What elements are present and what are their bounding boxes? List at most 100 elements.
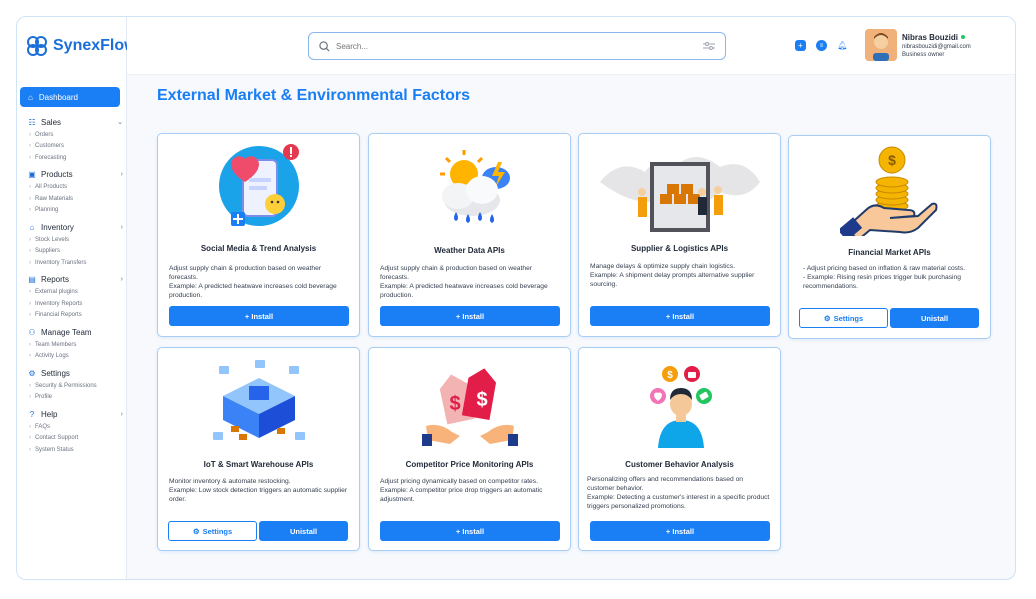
plugin-card-financial-market: $ Financial Market APIs Adjust pricing b…	[788, 135, 991, 339]
help-icon: ?	[29, 409, 35, 419]
card-description: Adjust pricing dynamically based on comp…	[380, 477, 562, 504]
sidebar-item-help[interactable]: ? Help ›	[27, 407, 123, 421]
sidebar-subitem-inventory-transfers[interactable]: Inventory Transfers	[27, 257, 123, 269]
card-bullet: Example: Rising resin prices trigger bul…	[803, 273, 982, 291]
uninstall-button[interactable]: Unistall	[890, 308, 979, 328]
notifications-button[interactable]: 🔔︎	[837, 40, 848, 51]
add-button[interactable]: +	[795, 40, 806, 51]
install-button[interactable]: + Install	[380, 306, 560, 326]
sidebar-subitem-team-members[interactable]: Team Members	[27, 339, 123, 351]
user-profile[interactable]: Nibras Bouzidi nibrasbouzidi@gmail.com B…	[865, 29, 971, 61]
svg-text:$: $	[476, 389, 487, 411]
sidebar-item-dashboard[interactable]: ⌂ Dashboard	[20, 87, 120, 107]
chevron-right-icon: ›	[120, 410, 123, 418]
gear-icon: ⚙	[192, 526, 200, 536]
card-description: Adjust supply chain & production based o…	[380, 264, 562, 300]
sidebar-subitem-system-status[interactable]: System Status	[27, 444, 123, 456]
search-bar[interactable]	[308, 32, 726, 60]
sidebar-subitem-security[interactable]: Security & Permissions	[27, 380, 123, 392]
gear-icon: ⚙	[28, 368, 36, 378]
card-bullet: Adjust pricing based on inflation & raw …	[803, 264, 982, 273]
settings-button[interactable]: ⚙ Settings	[799, 308, 888, 328]
card-description: Adjust pricing based on inflation & raw …	[803, 264, 982, 291]
gear-icon: ⚙	[823, 313, 831, 323]
sidebar-subitem-raw-materials[interactable]: Raw Materials	[27, 193, 123, 205]
sidebar-item-manage-team[interactable]: ⚇ Manage Team	[27, 325, 123, 339]
search-input[interactable]	[336, 41, 697, 51]
messages-button[interactable]: ≡	[816, 40, 827, 51]
card-title: Financial Market APIs	[848, 248, 931, 257]
card-title: Supplier & Logistics APIs	[630, 244, 729, 253]
user-role: Business owner	[902, 51, 945, 58]
logo-icon	[27, 36, 47, 56]
sidebar-item-label: Sales	[41, 117, 62, 127]
card-desc-text: Adjust supply chain & production based o…	[169, 265, 337, 300]
sidebar-subitem-stock-levels[interactable]: Stock Levels	[27, 234, 123, 246]
plugin-card-competitor-price: $ $ Competitor Price Monitoring APIs Adj…	[368, 347, 571, 551]
svg-text:$: $	[449, 393, 460, 415]
team-icon: ⚇	[28, 327, 36, 337]
sidebar-item-products[interactable]: ▣ Products ›	[27, 168, 123, 182]
sidebar-subitem-forecasting[interactable]: Forecasting	[27, 152, 123, 164]
svg-text:$: $	[667, 370, 673, 381]
install-button[interactable]: + Install	[590, 521, 770, 541]
logistics-icon	[599, 157, 760, 232]
sidebar-subitem-activity-logs[interactable]: Activity Logs	[27, 351, 123, 363]
card-title: Social Media & Trend Analysis	[200, 244, 317, 253]
report-icon: ▤	[28, 275, 36, 284]
chevron-down-icon: ⌄	[117, 119, 123, 126]
card-desc-text: Monitor inventory & automate restocking.…	[169, 478, 348, 504]
sidebar-subitem-customers[interactable]: Customers	[27, 141, 123, 153]
sidebar-subitem-faqs[interactable]: FAQs	[27, 421, 123, 433]
filter-icon[interactable]	[703, 41, 715, 51]
chevron-right-icon: ›	[120, 171, 123, 178]
sidebar-subitem-all-products[interactable]: All Products	[27, 182, 123, 194]
sidebar-subitem-orders[interactable]: Orders	[27, 129, 123, 141]
sidebar-item-settings[interactable]: ⚙ Settings	[27, 366, 123, 380]
card-title: Weather Data APIs	[434, 246, 505, 255]
install-button[interactable]: + Install	[169, 306, 349, 326]
sidebar-subitem-contact-support[interactable]: Contact Support	[27, 433, 123, 445]
user-name: Nibras Bouzidi	[902, 33, 971, 42]
sidebar-subitem-external-plugins[interactable]: External plugins	[27, 287, 123, 299]
user-email: nibrasbouzidi@gmail.com	[902, 43, 971, 50]
install-button[interactable]: + Install	[590, 306, 770, 326]
plugin-card-social-media: Social Media & Trend Analysis Adjust sup…	[157, 133, 360, 337]
bell-icon: 🔔︎	[837, 41, 848, 50]
avatar	[865, 29, 897, 61]
app-name: SynexFlow	[53, 37, 137, 54]
card-desc-text: Personalizing offers and recommendations…	[587, 476, 770, 511]
sidebar-item-sales[interactable]: ☷ Sales ⌄	[27, 115, 123, 129]
settings-label: Settings	[202, 526, 233, 536]
online-status-icon	[961, 35, 966, 40]
sidebar-subitem-profile[interactable]: Profile	[27, 392, 123, 404]
logo[interactable]: SynexFlow	[25, 34, 137, 58]
weather-icon	[439, 150, 510, 223]
sidebar-nav: ☷ Sales ⌄ Orders Customers Forecasting ▣…	[27, 115, 123, 460]
warehouse-icon: ⌂	[29, 222, 35, 232]
topbar: + ≡ 🔔︎ Nibras Bouzidi nibrasbouzidi@gmai…	[127, 17, 1015, 75]
sidebar-item-label: Reports	[41, 275, 70, 284]
sidebar-item-reports[interactable]: ▤ Reports ›	[27, 273, 123, 287]
sidebar-item-inventory[interactable]: ⌂ Inventory ›	[27, 220, 123, 234]
card-desc-text: Manage delays & optimize supply chain lo…	[590, 263, 755, 289]
install-button[interactable]: + Install	[380, 521, 560, 541]
plugin-card-customer-behavior: $ Customer Behavior Analysis Personalizi…	[578, 347, 781, 551]
sidebar-item-label: Products	[41, 170, 73, 179]
sidebar: SynexFlow ⌂ Dashboard ☷ Sales ⌄ Orders C…	[17, 17, 137, 579]
sidebar-subitem-financial-reports[interactable]: Financial Reports	[27, 310, 123, 322]
social-media-icon	[218, 144, 299, 226]
smart-warehouse-icon	[212, 360, 305, 440]
sidebar-item-label: Help	[41, 409, 58, 419]
chat-icon: ≡	[819, 42, 824, 49]
sidebar-subitem-planning[interactable]: Planning	[27, 205, 123, 217]
page-title: External Market & Environmental Factors	[157, 87, 470, 104]
chevron-right-icon: ›	[120, 223, 123, 231]
card-title: IoT & Smart Warehouse APIs	[203, 460, 314, 469]
settings-button[interactable]: ⚙ Settings	[168, 521, 257, 541]
sidebar-subitem-suppliers[interactable]: Suppliers	[27, 246, 123, 258]
uninstall-button[interactable]: Unistall	[259, 521, 348, 541]
card-desc-text: Adjust supply chain & production based o…	[380, 265, 548, 300]
app-window: SynexFlow ⌂ Dashboard ☷ Sales ⌄ Orders C…	[16, 16, 1016, 580]
sidebar-subitem-inventory-reports[interactable]: Inventory Reports	[27, 298, 123, 310]
